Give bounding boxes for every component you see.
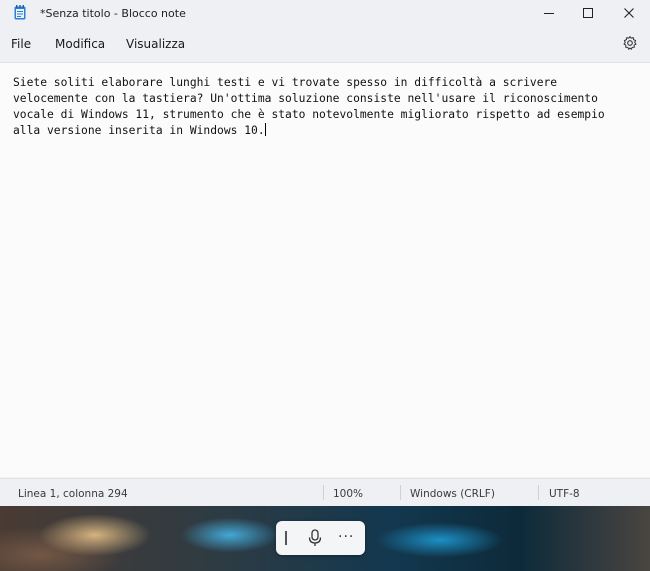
status-divider	[538, 485, 539, 500]
encoding: UTF-8	[549, 488, 580, 500]
maximize-button[interactable]	[567, 0, 609, 26]
title-bar: *Senza titolo - Blocco note	[0, 0, 650, 26]
editor-text: Siete soliti elaborare lunghi testi e vi…	[13, 76, 605, 137]
cursor-position: Linea 1, colonna 294	[18, 488, 128, 500]
menu-visualizza[interactable]: Visualizza	[126, 37, 185, 51]
minimize-icon	[543, 12, 554, 14]
notepad-window: *Senza titolo - Blocco note File Modific…	[0, 0, 650, 506]
text-editor[interactable]: Siete soliti elaborare lunghi testi e vi…	[0, 62, 650, 477]
close-icon	[623, 7, 634, 18]
maximize-icon	[582, 7, 593, 18]
drag-handle[interactable]	[285, 531, 287, 545]
more-options-button[interactable]: ···	[338, 529, 354, 545]
minimize-button[interactable]	[528, 0, 570, 26]
voice-typing-toolbar: ···	[276, 521, 365, 555]
line-ending: Windows (CRLF)	[410, 488, 495, 500]
close-button[interactable]	[608, 0, 650, 26]
editor-content[interactable]: Siete soliti elaborare lunghi testi e vi…	[13, 75, 633, 139]
window-title: *Senza titolo - Blocco note	[40, 7, 186, 20]
menu-modifica[interactable]: Modifica	[55, 37, 105, 51]
status-divider	[400, 485, 401, 500]
notepad-icon	[14, 5, 26, 20]
status-divider	[323, 485, 324, 500]
gear-icon[interactable]	[622, 35, 638, 51]
text-caret	[264, 123, 266, 136]
menu-file[interactable]: File	[11, 37, 31, 51]
zoom-level: 100%	[333, 488, 364, 500]
microphone-icon[interactable]	[307, 529, 323, 547]
status-bar: Linea 1, colonna 294 100% Windows (CRLF)…	[0, 478, 650, 506]
menu-bar: File Modifica Visualizza	[0, 26, 650, 62]
